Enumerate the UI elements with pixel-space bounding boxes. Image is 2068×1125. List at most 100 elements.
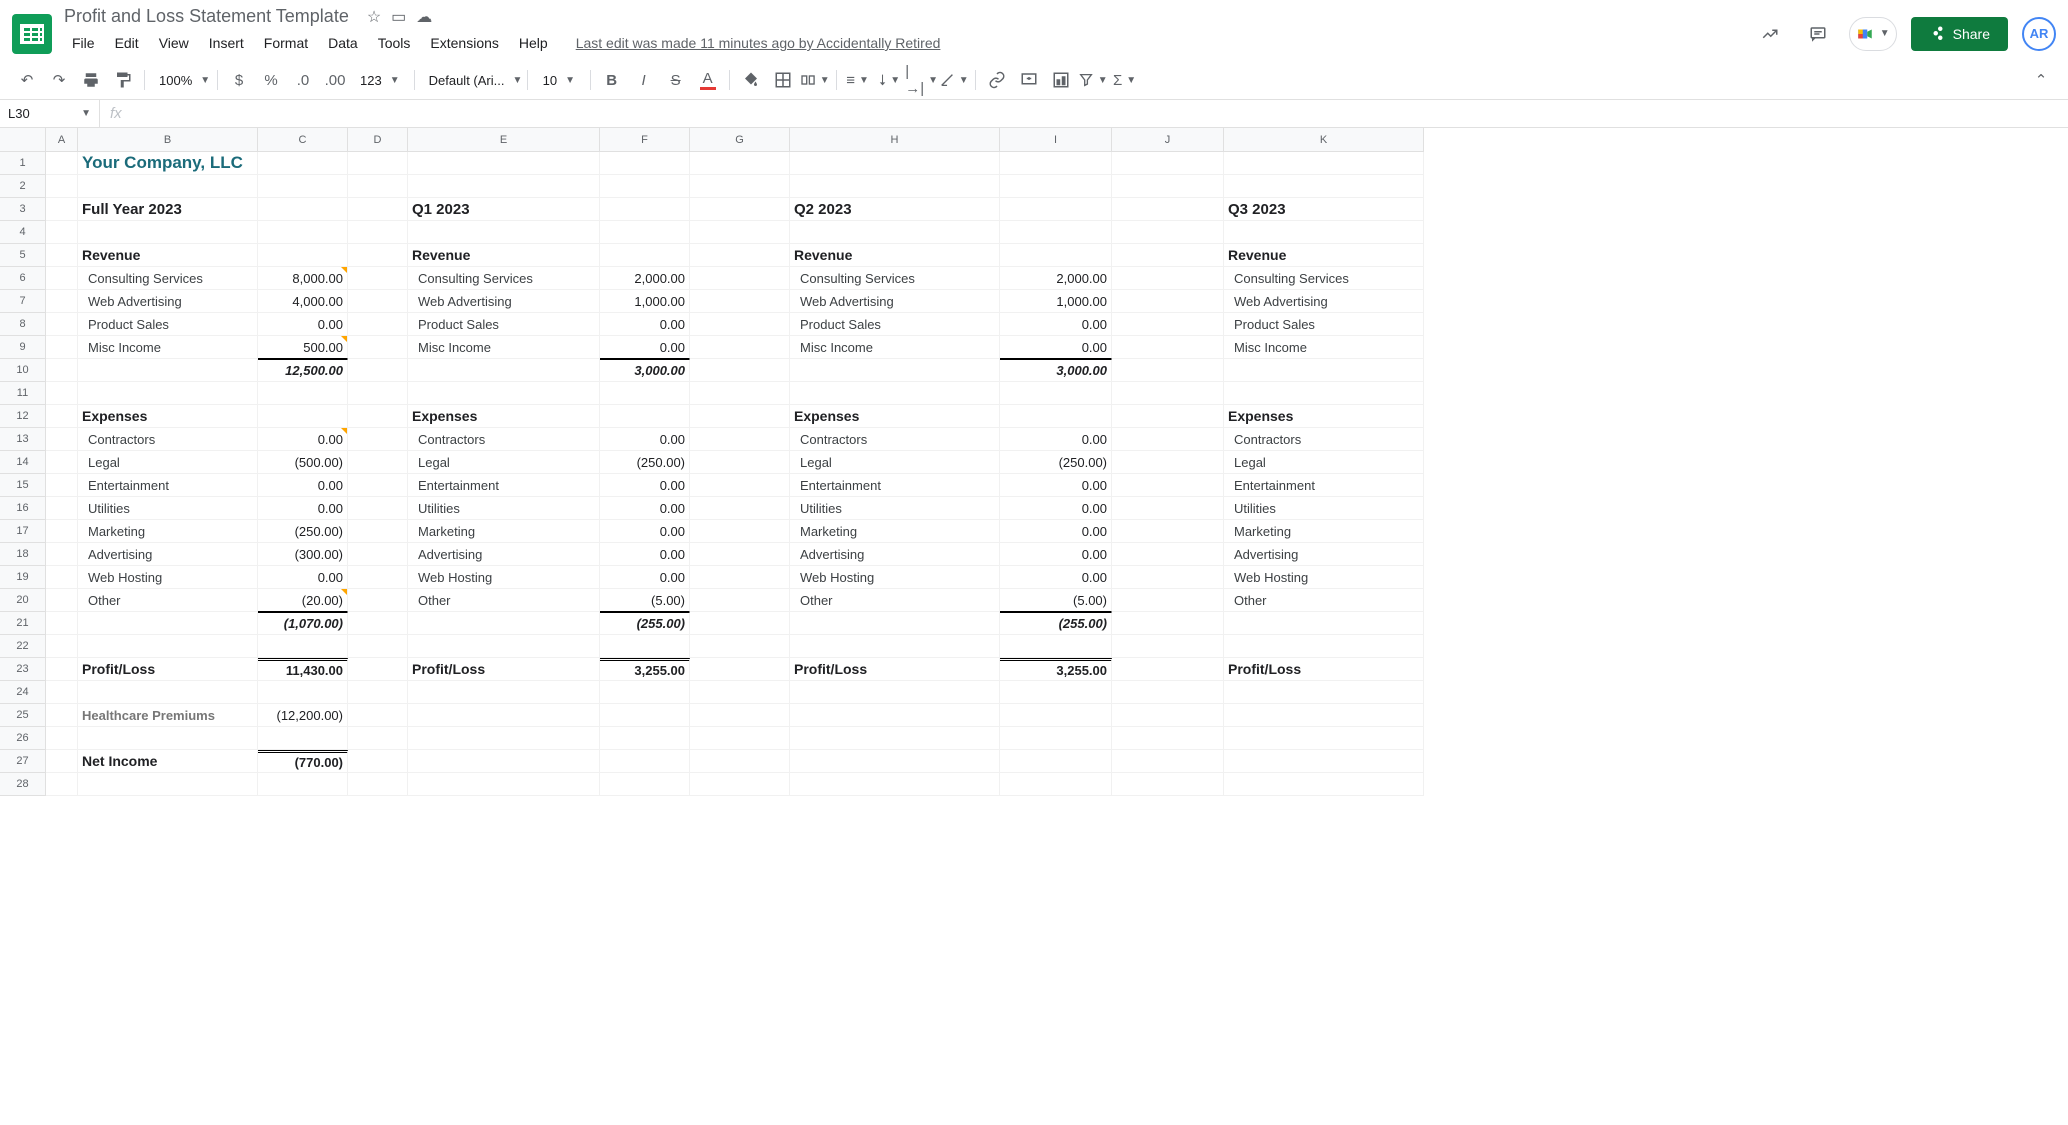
font-select[interactable]: Default (Ari...▼ (421, 69, 521, 92)
cell-E24[interactable] (408, 681, 600, 704)
cell-H24[interactable] (790, 681, 1000, 704)
cell-D12[interactable] (348, 405, 408, 428)
cell-F6[interactable]: 2,000.00 (600, 267, 690, 290)
cell-K12[interactable]: Expenses (1224, 405, 1424, 428)
menu-tools[interactable]: Tools (370, 31, 419, 55)
cell-I27[interactable] (1000, 750, 1112, 773)
cell-F27[interactable] (600, 750, 690, 773)
cell-A6[interactable] (46, 267, 78, 290)
cell-K21[interactable] (1224, 612, 1424, 635)
cell-E17[interactable]: Marketing (408, 520, 600, 543)
cell-E15[interactable]: Entertainment (408, 474, 600, 497)
cell-G4[interactable] (690, 221, 790, 244)
row-header-19[interactable]: 19 (0, 566, 45, 589)
cell-C2[interactable] (258, 175, 348, 198)
document-title[interactable]: Profit and Loss Statement Template (64, 6, 349, 27)
redo-icon[interactable]: ↷ (44, 65, 74, 95)
row-header-26[interactable]: 26 (0, 727, 45, 750)
font-size-select[interactable]: 10▼ (534, 68, 584, 93)
decrease-decimal-icon[interactable]: .0 (288, 65, 318, 95)
cell-A7[interactable] (46, 290, 78, 313)
star-icon[interactable]: ☆ (367, 7, 381, 27)
cell-K4[interactable] (1224, 221, 1424, 244)
cell-H2[interactable] (790, 175, 1000, 198)
row-header-27[interactable]: 27 (0, 750, 45, 773)
cell-F13[interactable]: 0.00 (600, 428, 690, 451)
cell-C4[interactable] (258, 221, 348, 244)
cell-D19[interactable] (348, 566, 408, 589)
column-headers[interactable]: ABCDEFGHIJK (46, 128, 1424, 152)
cell-E18[interactable]: Advertising (408, 543, 600, 566)
cell-I6[interactable]: 2,000.00 (1000, 267, 1112, 290)
cell-E16[interactable]: Utilities (408, 497, 600, 520)
cell-H11[interactable] (790, 382, 1000, 405)
cell-D20[interactable] (348, 589, 408, 612)
strikethrough-icon[interactable]: S (661, 65, 691, 95)
cell-H4[interactable] (790, 221, 1000, 244)
row-header-28[interactable]: 28 (0, 773, 45, 796)
cell-J17[interactable] (1112, 520, 1224, 543)
print-icon[interactable] (76, 65, 106, 95)
cell-K8[interactable]: Product Sales (1224, 313, 1424, 336)
row-header-16[interactable]: 16 (0, 497, 45, 520)
row-headers[interactable]: 1234567891011121314151617181920212223242… (0, 152, 46, 796)
row-header-21[interactable]: 21 (0, 612, 45, 635)
cell-K10[interactable] (1224, 359, 1424, 382)
chart-icon[interactable] (1046, 65, 1076, 95)
cell-G22[interactable] (690, 635, 790, 658)
cell-C20[interactable]: (20.00) (258, 589, 348, 612)
cell-F10[interactable]: 3,000.00 (600, 359, 690, 382)
row-header-8[interactable]: 8 (0, 313, 45, 336)
cell-I15[interactable]: 0.00 (1000, 474, 1112, 497)
cell-J3[interactable] (1112, 198, 1224, 221)
name-box[interactable]: L30▼ (0, 100, 100, 127)
cell-D26[interactable] (348, 727, 408, 750)
row-header-1[interactable]: 1 (0, 152, 45, 175)
row-header-23[interactable]: 23 (0, 658, 45, 681)
cell-H18[interactable]: Advertising (790, 543, 1000, 566)
cell-A16[interactable] (46, 497, 78, 520)
cell-K28[interactable] (1224, 773, 1424, 796)
cell-H21[interactable] (790, 612, 1000, 635)
cell-C14[interactable]: (500.00) (258, 451, 348, 474)
cell-J16[interactable] (1112, 497, 1224, 520)
cell-B23[interactable]: Profit/Loss (78, 658, 258, 681)
cell-G27[interactable] (690, 750, 790, 773)
cell-F12[interactable] (600, 405, 690, 428)
cell-J18[interactable] (1112, 543, 1224, 566)
cell-F4[interactable] (600, 221, 690, 244)
cell-K23[interactable]: Profit/Loss (1224, 658, 1424, 681)
cell-B1[interactable]: Your Company, LLC (78, 152, 258, 175)
cell-B5[interactable]: Revenue (78, 244, 258, 267)
cell-F8[interactable]: 0.00 (600, 313, 690, 336)
cell-C25[interactable]: (12,200.00) (258, 704, 348, 727)
cell-B6[interactable]: Consulting Services (78, 267, 258, 290)
cell-H15[interactable]: Entertainment (790, 474, 1000, 497)
cell-J10[interactable] (1112, 359, 1224, 382)
cell-E10[interactable] (408, 359, 600, 382)
cell-A11[interactable] (46, 382, 78, 405)
cell-E2[interactable] (408, 175, 600, 198)
cell-I23[interactable]: 3,255.00 (1000, 658, 1112, 681)
cell-G9[interactable] (690, 336, 790, 359)
row-header-17[interactable]: 17 (0, 520, 45, 543)
cell-J8[interactable] (1112, 313, 1224, 336)
row-header-4[interactable]: 4 (0, 221, 45, 244)
cell-A26[interactable] (46, 727, 78, 750)
col-header-E[interactable]: E (408, 128, 600, 151)
cell-J5[interactable] (1112, 244, 1224, 267)
cell-J14[interactable] (1112, 451, 1224, 474)
cell-D22[interactable] (348, 635, 408, 658)
cell-K5[interactable]: Revenue (1224, 244, 1424, 267)
cell-A15[interactable] (46, 474, 78, 497)
cell-I16[interactable]: 0.00 (1000, 497, 1112, 520)
cell-I2[interactable] (1000, 175, 1112, 198)
cell-H8[interactable]: Product Sales (790, 313, 1000, 336)
halign-icon[interactable]: ≡▼ (843, 65, 873, 95)
rotate-icon[interactable]: ▼ (939, 65, 969, 95)
cell-H27[interactable] (790, 750, 1000, 773)
cell-E25[interactable] (408, 704, 600, 727)
cell-K13[interactable]: Contractors (1224, 428, 1424, 451)
row-header-14[interactable]: 14 (0, 451, 45, 474)
cell-F2[interactable] (600, 175, 690, 198)
